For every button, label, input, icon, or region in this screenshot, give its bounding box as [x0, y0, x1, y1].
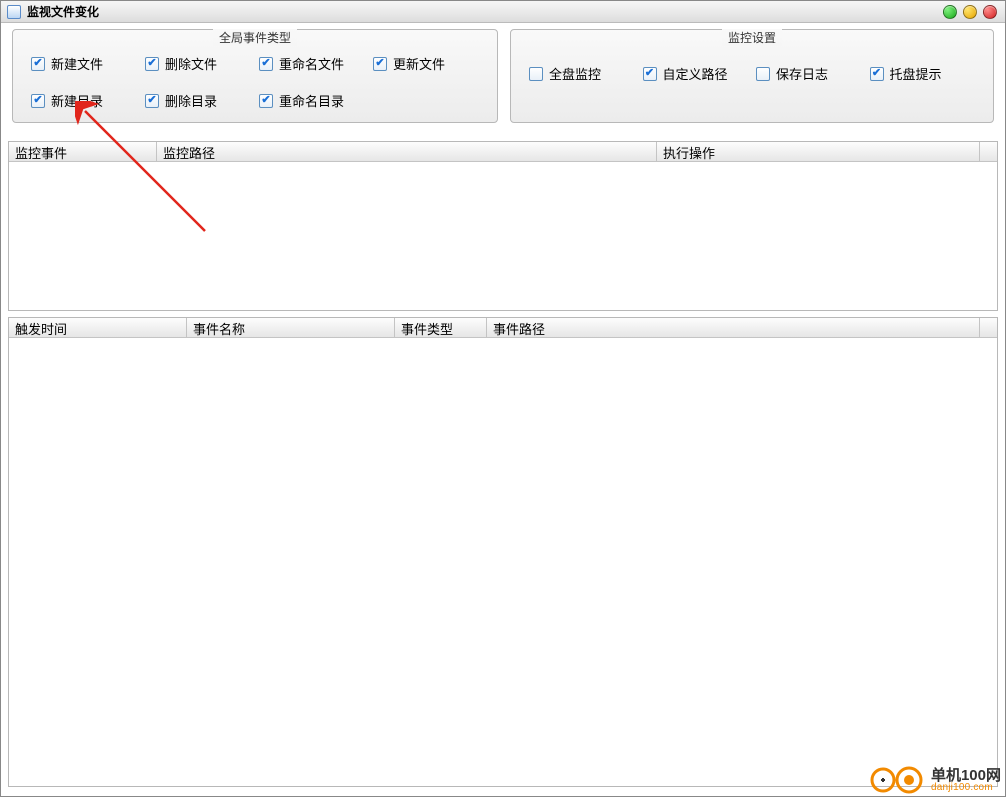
check-label: 删除目录 [165, 91, 217, 110]
col-event-name[interactable]: 事件名称 [187, 318, 395, 337]
col-monitor-path[interactable]: 监控路径 [157, 142, 657, 161]
check-label: 新建文件 [51, 54, 103, 73]
monitor-settings-legend: 监控设置 [722, 29, 782, 46]
checkbox-icon [31, 94, 45, 108]
checkbox-icon [373, 57, 387, 71]
close-button[interactable] [983, 5, 997, 19]
check-label: 新建目录 [51, 91, 103, 110]
check-delete-dir[interactable]: 删除目录 [145, 91, 251, 110]
col-action-label: 执行操作 [663, 146, 715, 161]
monitor-rules-header: 监控事件 监控路径 执行操作 [9, 142, 997, 162]
groupbox-row: 全局事件类型 新建文件 删除文件 重命名文件 更新文件 [2, 23, 1004, 125]
maximize-button[interactable] [963, 5, 977, 19]
event-log-header: 触发时间 事件名称 事件类型 事件路径 [9, 318, 997, 338]
col-trigger-time[interactable]: 触发时间 [9, 318, 187, 337]
global-event-types-group: 全局事件类型 新建文件 删除文件 重命名文件 更新文件 [12, 29, 498, 123]
event-log-body[interactable] [9, 338, 997, 786]
col-event-type[interactable]: 事件类型 [395, 318, 487, 337]
checkbox-icon [259, 94, 273, 108]
window-title: 监视文件变化 [27, 3, 99, 20]
monitor-settings-group: 监控设置 全盘监控 自定义路径 保存日志 托盘提示 [510, 29, 994, 123]
check-save-log[interactable]: 保存日志 [756, 64, 862, 83]
check-tray-notify[interactable]: 托盘提示 [870, 64, 976, 83]
monitor-rules-body[interactable] [9, 162, 997, 310]
window-controls [943, 5, 997, 19]
col-event-path-label: 事件路径 [493, 322, 545, 337]
header-stub [979, 142, 997, 161]
checkbox-icon [756, 67, 770, 81]
check-label: 全盘监控 [549, 64, 601, 83]
minimize-button[interactable] [943, 5, 957, 19]
check-label: 保存日志 [776, 64, 828, 83]
titlebar: 监视文件变化 [1, 1, 1005, 23]
check-custom-path[interactable]: 自定义路径 [643, 64, 749, 83]
col-event-path[interactable]: 事件路径 [487, 318, 997, 337]
event-log-table[interactable]: 触发时间 事件名称 事件类型 事件路径 [8, 317, 998, 787]
col-action[interactable]: 执行操作 [657, 142, 997, 161]
event-type-grid: 新建文件 删除文件 重命名文件 更新文件 新建目录 [31, 54, 479, 110]
checkbox-icon [870, 67, 884, 81]
check-label: 重命名目录 [279, 91, 344, 110]
monitor-settings-grid: 全盘监控 自定义路径 保存日志 托盘提示 [529, 64, 975, 83]
check-delete-file[interactable]: 删除文件 [145, 54, 251, 73]
content-area: 全局事件类型 新建文件 删除文件 重命名文件 更新文件 [2, 23, 1004, 795]
checkbox-icon [145, 57, 159, 71]
check-label: 删除文件 [165, 54, 217, 73]
check-rename-dir[interactable]: 重命名目录 [259, 91, 365, 110]
check-create-dir[interactable]: 新建目录 [31, 91, 137, 110]
header-stub [979, 318, 997, 337]
check-update-file[interactable]: 更新文件 [373, 54, 479, 73]
check-label: 自定义路径 [663, 64, 728, 83]
checkbox-icon [31, 57, 45, 71]
check-label: 更新文件 [393, 54, 445, 73]
checkbox-icon [529, 67, 543, 81]
check-label: 托盘提示 [890, 64, 942, 83]
col-monitor-event[interactable]: 监控事件 [9, 142, 157, 161]
check-full-disk-monitor[interactable]: 全盘监控 [529, 64, 635, 83]
check-rename-file[interactable]: 重命名文件 [259, 54, 365, 73]
checkbox-icon [145, 94, 159, 108]
check-create-file[interactable]: 新建文件 [31, 54, 137, 73]
global-event-types-legend: 全局事件类型 [213, 29, 297, 46]
checkbox-icon [643, 67, 657, 81]
monitor-rules-table[interactable]: 监控事件 监控路径 执行操作 [8, 141, 998, 311]
check-label: 重命名文件 [279, 54, 344, 73]
checkbox-icon [259, 57, 273, 71]
app-icon [7, 5, 21, 19]
